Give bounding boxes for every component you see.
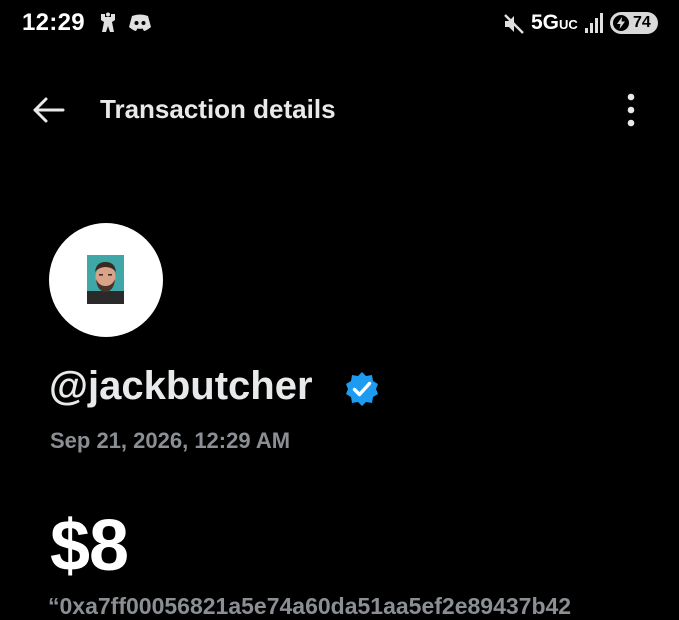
discord-icon bbox=[128, 13, 152, 38]
charging-bolt-icon bbox=[613, 15, 629, 31]
more-options-button[interactable] bbox=[618, 92, 644, 128]
network-label: 5GUC bbox=[531, 11, 578, 35]
transaction-memo: “0xa7ff00056821a5e74a60da51aa5ef2e89437b… bbox=[48, 593, 572, 619]
signal-icon bbox=[585, 12, 603, 39]
figure-icon bbox=[96, 11, 120, 40]
back-button[interactable] bbox=[30, 94, 66, 126]
status-time: 12:29 bbox=[22, 9, 85, 36]
avatar[interactable] bbox=[49, 223, 163, 337]
app-header: Transaction details bbox=[0, 80, 679, 140]
page-title: Transaction details bbox=[100, 94, 336, 124]
status-bar: 12:29 5GUC 74 bbox=[0, 0, 679, 50]
verified-badge-icon bbox=[346, 372, 378, 406]
battery-level: 74 bbox=[633, 14, 651, 31]
user-handle[interactable]: @jackbutcher bbox=[49, 364, 313, 409]
network-type: 5G bbox=[531, 11, 560, 34]
transaction-amount: $8 bbox=[50, 506, 129, 586]
mute-icon bbox=[502, 12, 526, 41]
network-sub: UC bbox=[559, 17, 578, 32]
profile-photo bbox=[87, 255, 124, 304]
more-vertical-icon bbox=[627, 93, 635, 127]
arrow-left-icon bbox=[33, 97, 65, 123]
transaction-timestamp: Sep 21, 2026, 12:29 AM bbox=[50, 428, 291, 453]
battery-indicator: 74 bbox=[610, 12, 658, 34]
